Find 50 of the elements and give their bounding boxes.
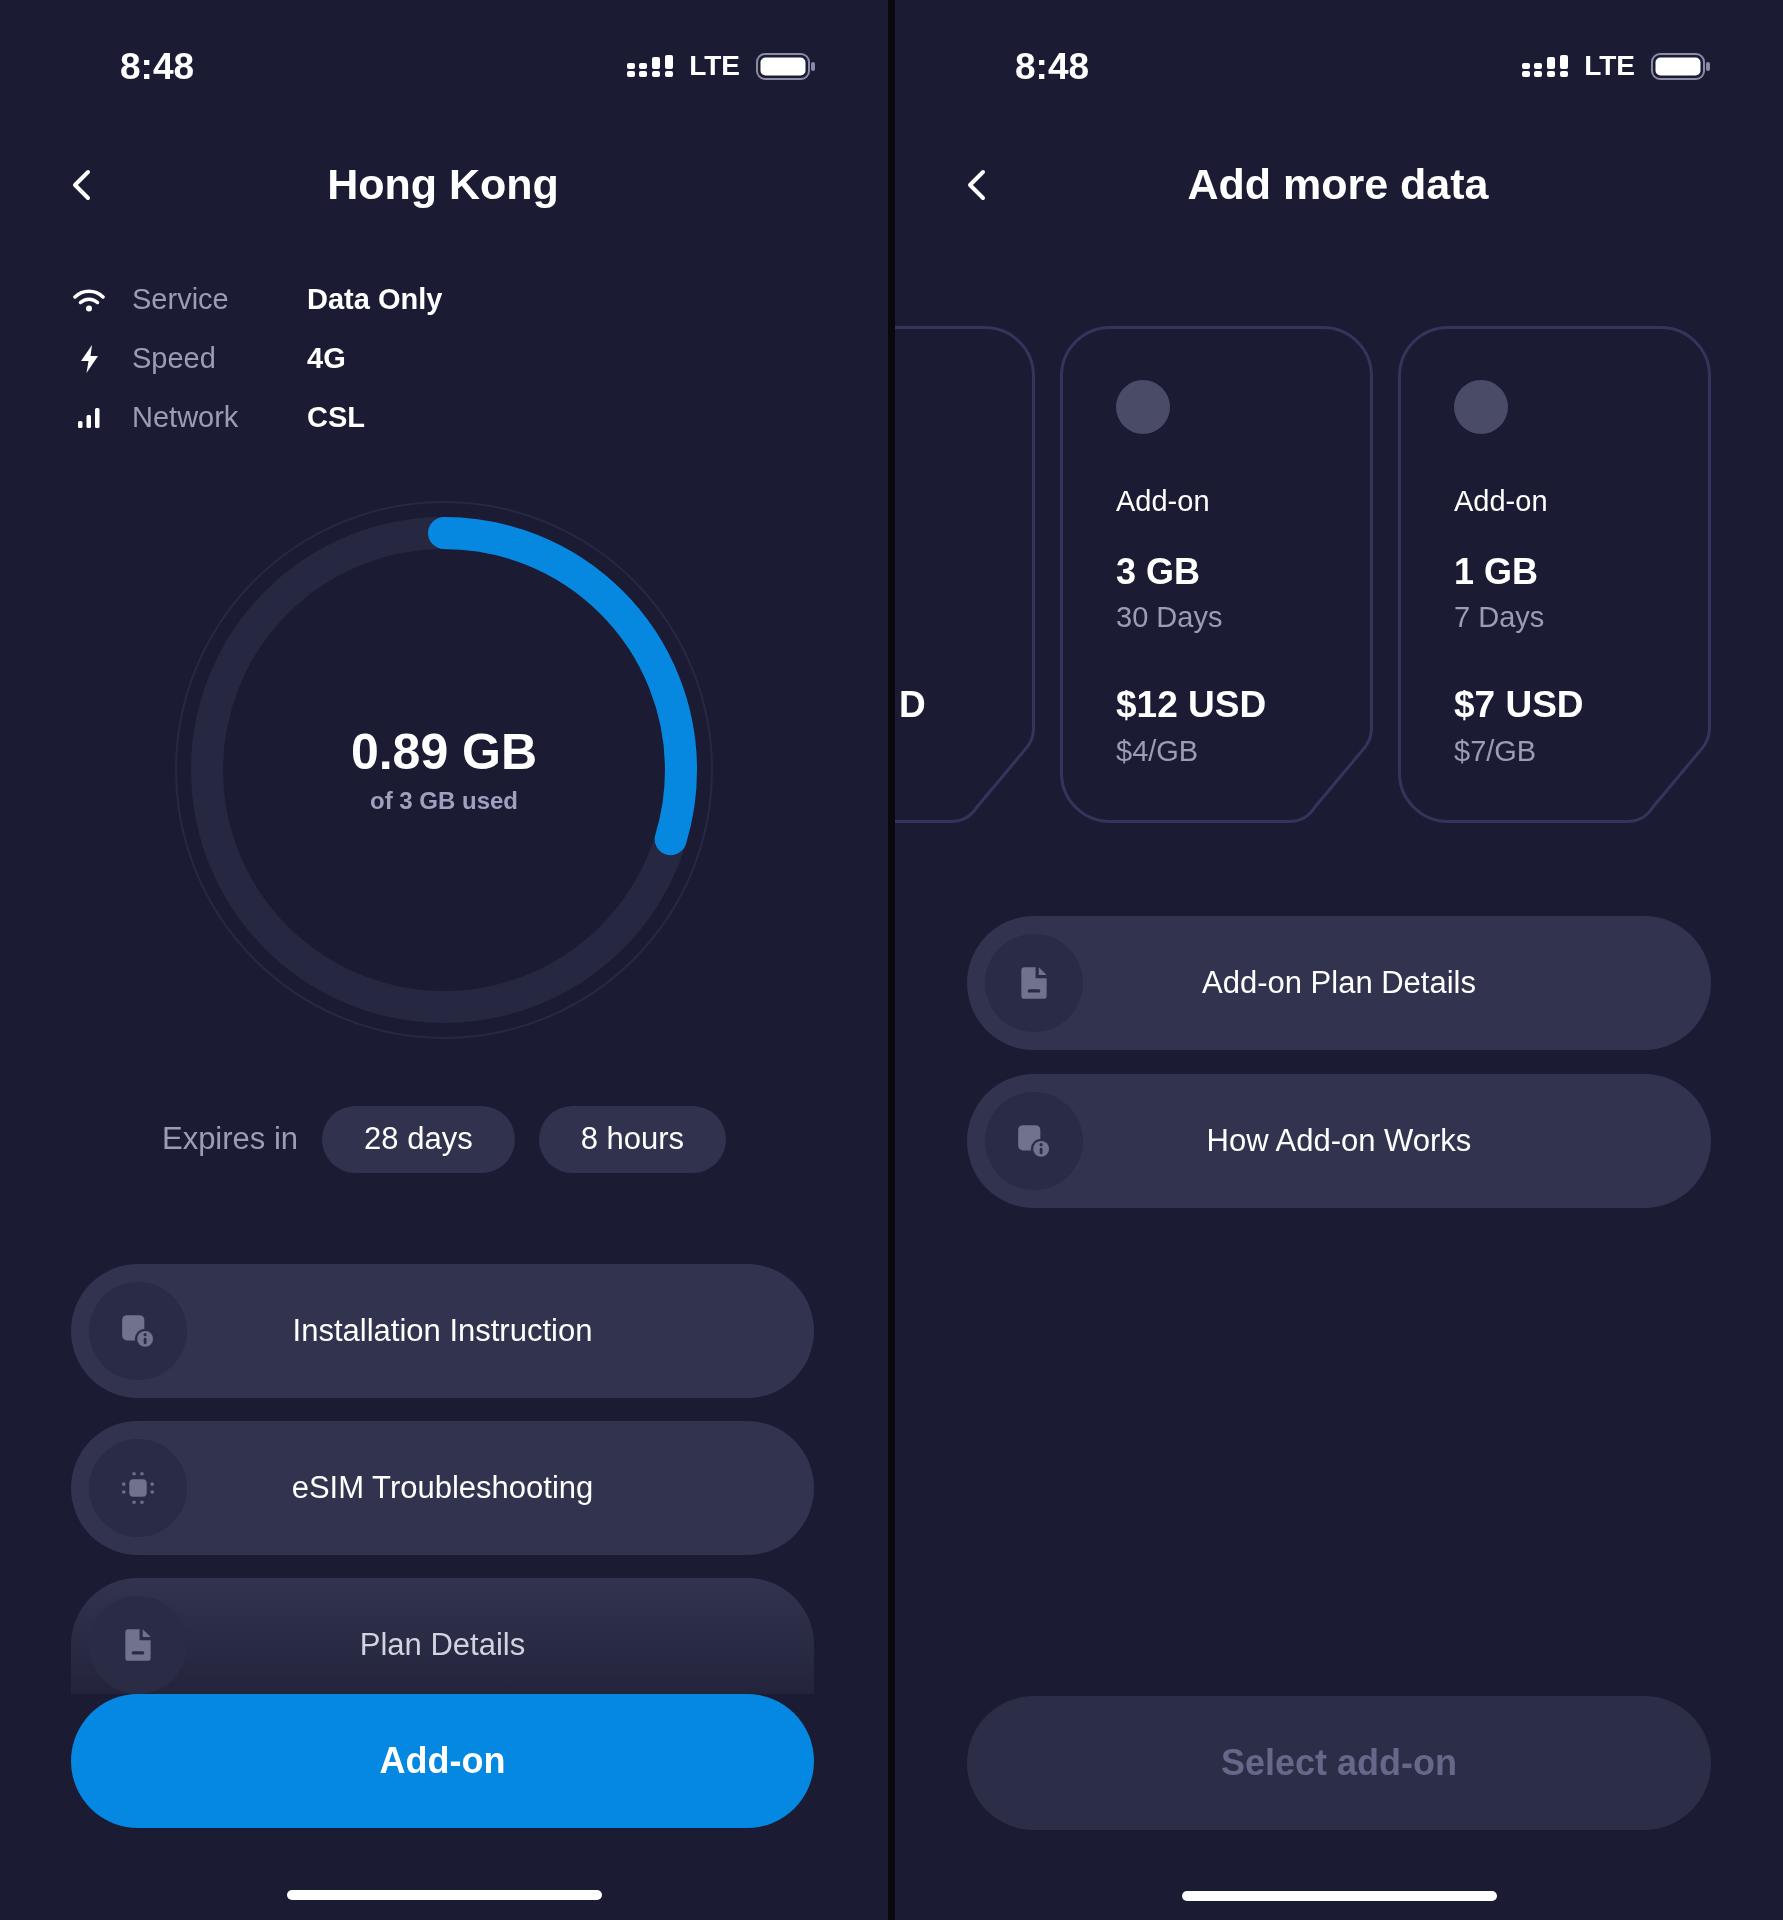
menu-button[interactable]: How Add-on Works bbox=[967, 1074, 1711, 1208]
lightning-bolt-icon bbox=[80, 344, 98, 373]
info-value: CSL bbox=[307, 399, 365, 435]
data-amount: 3 GB bbox=[1116, 550, 1201, 594]
add-on-card[interactable]: Add-on 3 GB 30 Days $12 USD $4/GB bbox=[1060, 326, 1373, 823]
info-label: Service bbox=[132, 282, 229, 315]
add-on-card[interactable]: D bbox=[895, 326, 1035, 823]
chevron-left-icon bbox=[71, 169, 92, 201]
unit-price: $4/GB bbox=[1116, 734, 1199, 769]
radio-button[interactable] bbox=[1454, 380, 1508, 434]
screen-title: Hong Kong bbox=[327, 159, 559, 211]
info-value: Data Only bbox=[307, 281, 443, 317]
info-value: 4G bbox=[307, 340, 346, 376]
cellular-signal-icon bbox=[627, 55, 674, 77]
add-on-card[interactable]: Add-on 1 GB 7 Days $7 USD $7/GB bbox=[1398, 326, 1711, 823]
battery-icon bbox=[1651, 52, 1710, 80]
chevron-left-icon bbox=[966, 169, 987, 201]
battery-icon bbox=[756, 52, 815, 80]
menu-button[interactable]: Plan Details bbox=[71, 1578, 814, 1694]
validity: 30 Days bbox=[1116, 600, 1223, 635]
primary-button[interactable]: Add-on bbox=[71, 1694, 814, 1828]
expiry-duration: 8 hours bbox=[538, 1106, 727, 1173]
usage-caption: of 3 GB used bbox=[370, 789, 518, 813]
network-type: LTE bbox=[689, 52, 740, 80]
menu-button[interactable]: Installation Instruction bbox=[71, 1264, 814, 1398]
info-label: Speed bbox=[132, 341, 216, 374]
usage-amount: 0.89 GB bbox=[350, 727, 538, 777]
price: $12 USD bbox=[1116, 683, 1267, 727]
back-button[interactable] bbox=[966, 169, 987, 201]
status-time: 8:48 bbox=[120, 47, 195, 85]
back-button[interactable] bbox=[71, 169, 92, 201]
wifi-icon bbox=[73, 287, 105, 312]
cellular-signal-icon bbox=[1522, 55, 1569, 77]
radio-button[interactable] bbox=[1116, 380, 1170, 434]
expiry-duration: 28 days bbox=[322, 1106, 515, 1173]
menu-button[interactable]: Add-on Plan Details bbox=[967, 916, 1711, 1050]
info-label: Network bbox=[132, 400, 239, 433]
data-amount: 1 GB bbox=[1454, 550, 1539, 594]
card-label: Add-on bbox=[1454, 484, 1548, 519]
price: D bbox=[899, 683, 926, 727]
menu-button[interactable]: eSIM Troubleshooting bbox=[71, 1421, 814, 1555]
validity: 7 Days bbox=[1454, 600, 1545, 635]
card-label: Add-on bbox=[1116, 484, 1210, 519]
price: $7 USD bbox=[1454, 683, 1584, 727]
screen-title: Add more data bbox=[1187, 159, 1489, 211]
expiry-label: Expires in bbox=[161, 1120, 299, 1159]
network-type: LTE bbox=[1584, 52, 1635, 80]
unit-price: $7/GB bbox=[1454, 734, 1537, 769]
status-time: 8:48 bbox=[1015, 47, 1090, 85]
signal-bars-icon bbox=[78, 407, 100, 428]
